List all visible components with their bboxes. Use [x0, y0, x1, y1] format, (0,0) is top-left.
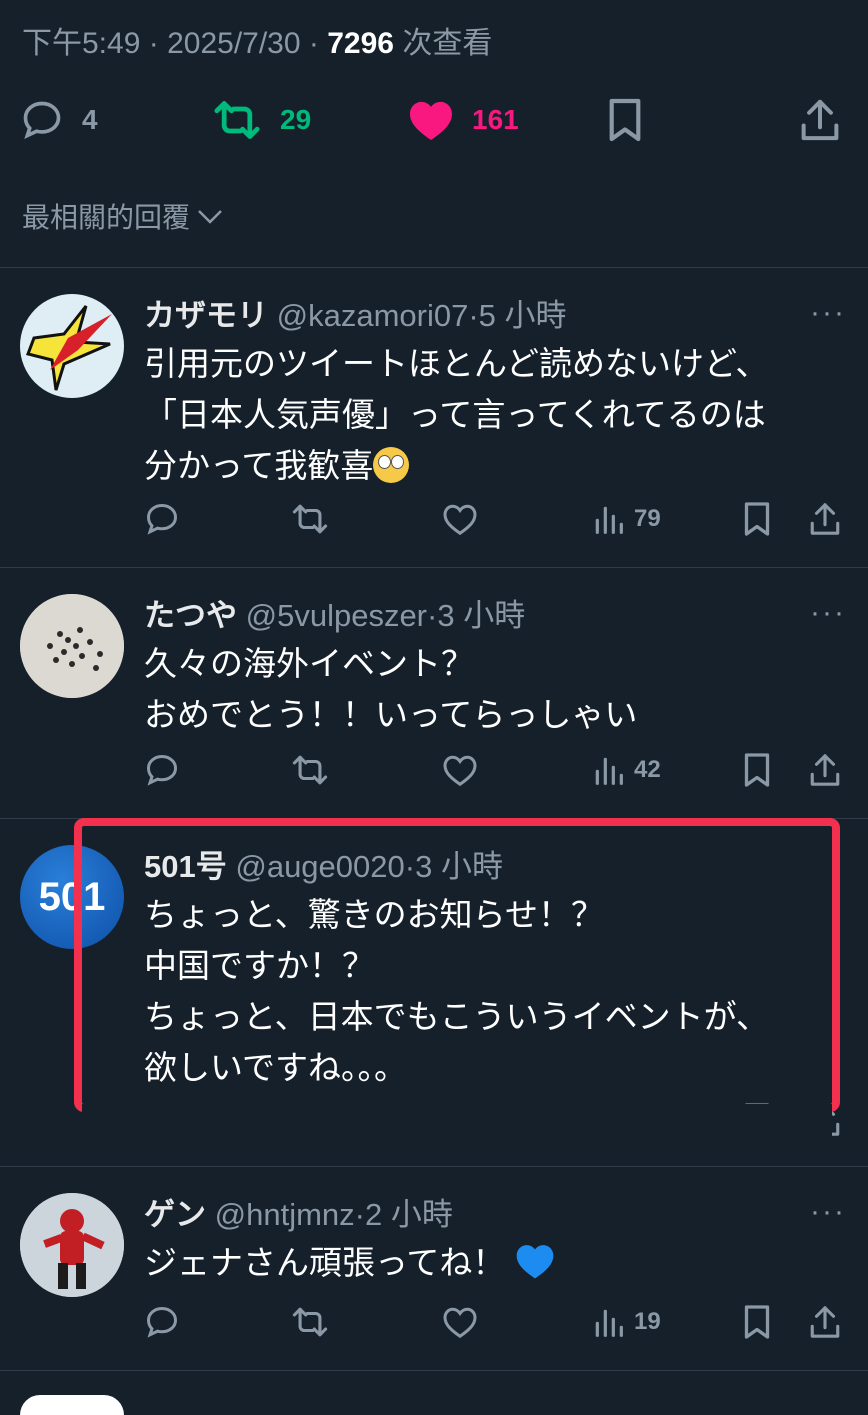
reply-tweet[interactable]: カザモリ @kazamori07·5 小時 ··· 引用元のツイートほとんど読め…	[0, 268, 868, 567]
reply-button[interactable]	[144, 1297, 180, 1347]
timestamp[interactable]: 5 小時	[479, 298, 567, 333]
retweet-icon	[292, 755, 328, 785]
share-icon	[810, 1306, 840, 1338]
tweet-actions: 4 29 161	[0, 90, 868, 150]
reply-actions: 42	[0, 745, 868, 795]
more-options-button[interactable]: ···	[810, 296, 846, 330]
user-handle[interactable]: @kazamori07	[277, 298, 469, 333]
like-button[interactable]	[442, 1297, 478, 1347]
bookmark-icon	[744, 502, 770, 536]
bookmark-button[interactable]	[742, 494, 772, 544]
analytics-icon	[595, 506, 623, 534]
views-button[interactable]: 19	[592, 1297, 661, 1347]
share-icon	[810, 754, 840, 786]
user-handle[interactable]: @hntjmnz	[215, 1197, 355, 1232]
tweet-meta: 下午5:49 · 2025/7/30 · 7296 次查看	[22, 27, 493, 60]
user-handle[interactable]: @5vulpeszer	[246, 598, 427, 633]
blue-heart-emoji-icon	[516, 1245, 553, 1279]
reply-button[interactable]	[144, 745, 180, 795]
retweet-button[interactable]	[290, 745, 330, 795]
tweet-time: 下午5:49	[22, 27, 141, 60]
avatar[interactable]	[20, 294, 124, 398]
avatar[interactable]	[20, 594, 124, 698]
retweet-button[interactable]	[290, 494, 330, 544]
bookmark-button[interactable]	[742, 1297, 772, 1347]
share-icon	[810, 503, 840, 535]
more-options-button[interactable]: ···	[810, 596, 846, 630]
bookmark-button[interactable]	[742, 745, 772, 795]
share-button[interactable]	[808, 494, 842, 544]
tweet-header: ゲン @hntjmnz·2 小時	[144, 1197, 453, 1232]
timestamp[interactable]: 3 小時	[437, 598, 525, 633]
like-button[interactable]	[442, 745, 478, 795]
display-name[interactable]: ゲン	[144, 1197, 206, 1232]
tweet-header: たつや @5vulpeszer·3 小時	[144, 598, 526, 633]
views-button[interactable]: 79	[592, 494, 661, 544]
reply-tweet[interactable]: たつや @5vulpeszer·3 小時 ··· 久々の海外イベント？ おめでと…	[0, 568, 868, 818]
heart-icon	[443, 504, 477, 536]
reply-icon	[146, 503, 178, 535]
views-button[interactable]: 42	[592, 745, 661, 795]
bookmark-icon	[609, 98, 641, 142]
share-icon	[801, 99, 839, 141]
retweet-icon	[292, 1307, 328, 1337]
avatar[interactable]	[20, 1193, 124, 1297]
bookmark-icon	[744, 753, 770, 787]
retweet-icon	[214, 101, 260, 139]
heart-filled-icon	[410, 101, 452, 141]
reply-actions: 19	[0, 1297, 868, 1347]
display-name[interactable]: たつや	[144, 598, 237, 633]
like-button[interactable]	[442, 494, 478, 544]
share-button[interactable]	[808, 745, 842, 795]
bookmark-icon	[744, 1305, 770, 1339]
heart-icon	[443, 1307, 477, 1339]
display-name[interactable]: カザモリ	[144, 298, 268, 333]
highlight-mask	[82, 1104, 832, 1164]
retweet-button[interactable]	[290, 1297, 330, 1347]
chevron-down-icon	[198, 210, 222, 224]
reply-tweet[interactable]: ゲン @hntjmnz·2 小時 ··· ジェナさん頑張ってね！ 19	[0, 1167, 868, 1370]
reply-sort-dropdown[interactable]: 最相關的回覆	[22, 196, 224, 236]
tweet-header: カザモリ @kazamori07·5 小時	[144, 298, 567, 333]
more-options-button[interactable]: ···	[810, 1195, 846, 1229]
reply-icon	[146, 1306, 178, 1338]
share-button[interactable]	[800, 90, 840, 150]
analytics-icon	[595, 1309, 623, 1337]
tweet-text: ジェナさん頑張ってね！	[144, 1237, 555, 1288]
tweet-text: 久々の海外イベント？ おめでとう！！いってらっしゃい	[144, 645, 638, 733]
avatar[interactable]	[20, 1395, 124, 1415]
view-count: 7296	[327, 27, 394, 60]
reply-actions: 79	[0, 494, 868, 544]
divider	[0, 1370, 868, 1371]
timestamp[interactable]: 2 小時	[365, 1197, 453, 1232]
highlight-box	[74, 818, 840, 1112]
bookmark-button[interactable]	[606, 90, 644, 150]
reply-button[interactable]	[144, 494, 180, 544]
retweet-icon	[292, 504, 328, 534]
reply-button[interactable]: 4	[20, 90, 98, 150]
like-button[interactable]: 161	[408, 90, 519, 150]
reply-icon	[146, 754, 178, 786]
analytics-icon	[595, 757, 623, 785]
face-rolling-eyes-emoji-icon	[373, 447, 410, 483]
heart-icon	[443, 755, 477, 787]
tweet-text: 引用元のツイートほとんど読めないけど、 「日本人気声優」って言ってくれてるのは …	[144, 345, 769, 484]
share-button[interactable]	[808, 1297, 842, 1347]
tweet-date: 2025/7/30	[167, 27, 301, 60]
reply-icon	[23, 101, 61, 140]
retweet-button[interactable]: 29	[212, 90, 311, 150]
